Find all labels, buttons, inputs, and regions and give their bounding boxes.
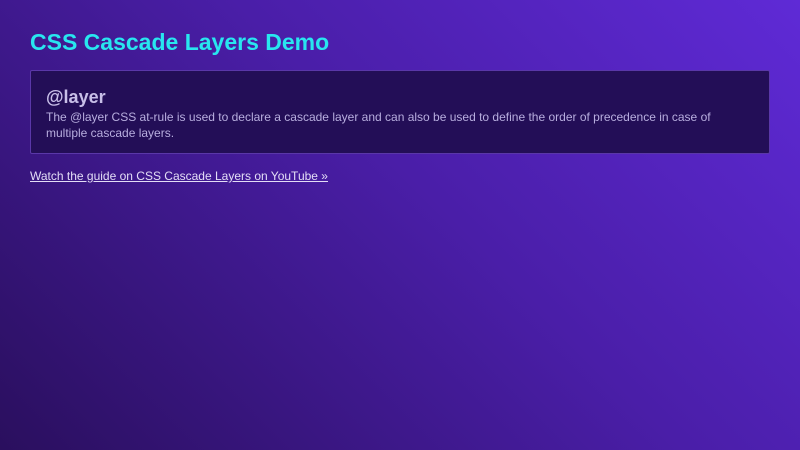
layer-info-card: @layer The @layer CSS at-rule is used to…	[30, 70, 770, 154]
card-description: The @layer CSS at-rule is used to declar…	[46, 110, 711, 140]
page-container: CSS Cascade Layers Demo @layer The @laye…	[30, 28, 770, 185]
page-title: CSS Cascade Layers Demo	[30, 29, 330, 55]
card-heading: @layer	[46, 87, 106, 107]
youtube-guide-link[interactable]: Watch the guide on CSS Cascade Layers on…	[30, 168, 328, 184]
